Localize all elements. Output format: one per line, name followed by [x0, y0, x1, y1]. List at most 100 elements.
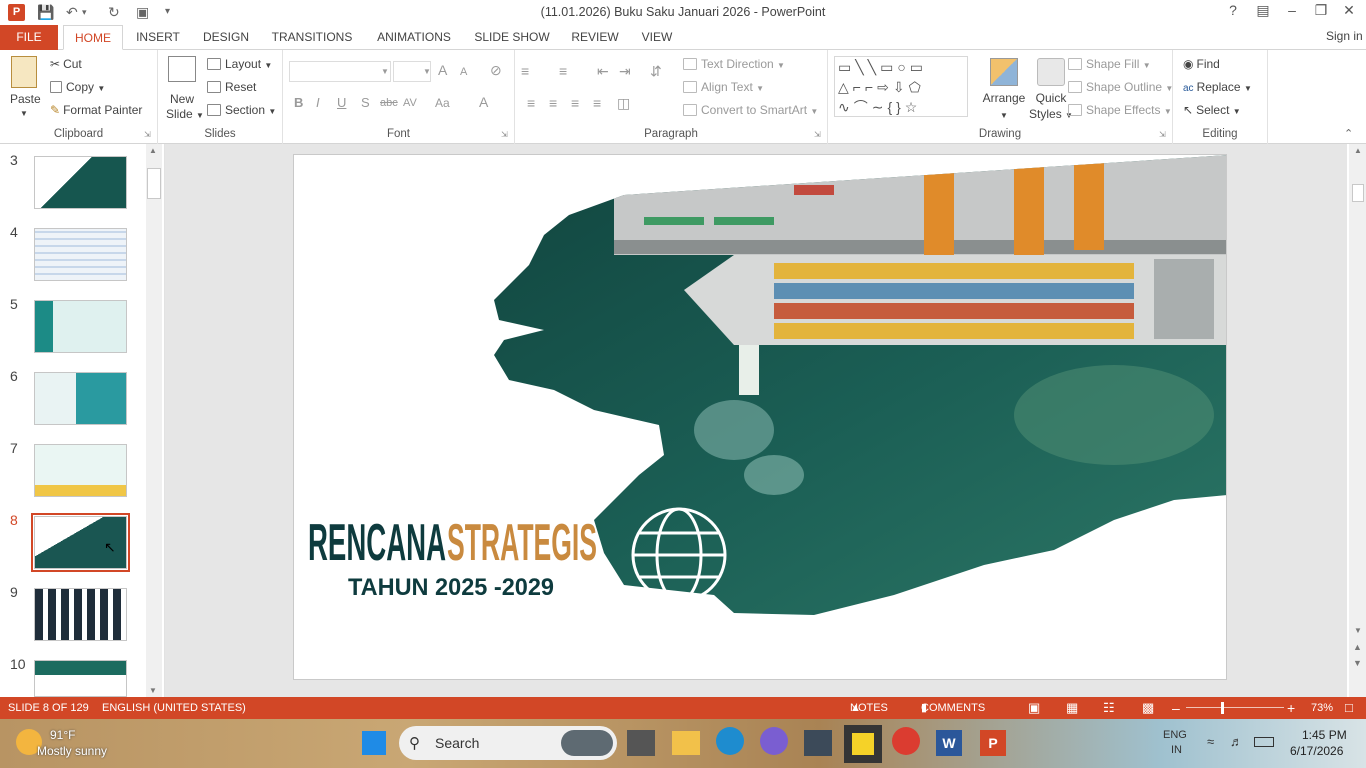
fit-to-window-icon[interactable]: □	[1345, 697, 1353, 719]
canvas-vertical-scrollbar[interactable]: ▲ ▼ ▲ ▼	[1350, 144, 1366, 697]
input-region[interactable]: IN	[1171, 744, 1182, 756]
weather-temp[interactable]: 91°F	[50, 728, 75, 742]
slide-thumbnail-5[interactable]	[34, 300, 127, 353]
slide-thumbnail-7[interactable]	[34, 444, 127, 497]
clock-date[interactable]: 6/17/2026	[1290, 744, 1343, 758]
tab-slide-show[interactable]: SLIDE SHOW	[473, 25, 551, 50]
text-direction-button[interactable]: Text Direction ▼	[683, 56, 785, 74]
reset-button[interactable]: Reset	[207, 79, 256, 95]
bullets-icon[interactable]: ≡	[521, 63, 529, 79]
word-icon[interactable]: W	[936, 730, 962, 756]
tab-view[interactable]: VIEW	[638, 25, 676, 50]
character-spacing-button[interactable]: AV	[403, 95, 417, 111]
volume-icon[interactable]: ♬	[1230, 734, 1243, 749]
copy-dropdown-icon[interactable]: ▼	[97, 84, 105, 93]
normal-view-icon[interactable]: ▣	[1028, 697, 1040, 719]
align-center-icon[interactable]: ≡	[549, 95, 557, 111]
tab-review[interactable]: REVIEW	[568, 25, 622, 50]
decrease-indent-icon[interactable]: ⇤	[597, 63, 609, 79]
change-case-button[interactable]: Aa	[435, 95, 450, 111]
font-size-dropdown-icon[interactable]: ▼	[423, 64, 431, 80]
arrange-button[interactable]: Arrange ▼	[975, 58, 1033, 124]
thumbnail-scrollbar[interactable]: ▲ ▼	[146, 144, 162, 697]
sticky-notes-icon[interactable]	[844, 725, 882, 763]
previous-slide-icon[interactable]: ▲	[1353, 642, 1362, 652]
slide-thumbnail-6[interactable]	[34, 372, 127, 425]
slide-thumbnail-10[interactable]	[34, 660, 127, 697]
select-button[interactable]: ↖ Select ▼	[1183, 102, 1241, 120]
increase-indent-icon[interactable]: ⇥	[619, 63, 631, 79]
copilot-icon[interactable]	[760, 727, 788, 755]
new-slide-label-1[interactable]: New	[170, 91, 194, 107]
zoom-in-button[interactable]: +	[1287, 697, 1295, 719]
wifi-icon[interactable]: ≈	[1207, 734, 1214, 749]
powerpoint-taskbar-icon[interactable]: P	[980, 730, 1006, 756]
task-view-icon[interactable]	[627, 730, 655, 756]
clear-formatting-icon[interactable]: ⊘	[490, 62, 502, 78]
chrome-icon[interactable]	[892, 727, 920, 755]
reading-view-icon[interactable]: ☷	[1103, 697, 1115, 719]
current-slide[interactable]: RENCANA STRATEGIS TAHUN 2025 -2029	[293, 154, 1227, 680]
scroll-thumb[interactable]	[147, 168, 161, 199]
drawing-launcher-icon[interactable]: ⇲	[1159, 127, 1166, 143]
shape-outline-button[interactable]: Shape Outline ▼	[1068, 79, 1173, 97]
paste-dropdown-icon[interactable]: ▼	[20, 106, 28, 122]
find-button[interactable]: ◉ Find	[1183, 56, 1220, 72]
tab-file[interactable]: FILE	[0, 25, 58, 50]
new-slide-button[interactable]: Slide ▼	[166, 106, 204, 124]
align-text-button[interactable]: Align Text ▼	[683, 79, 764, 97]
font-color-button[interactable]: A	[479, 94, 488, 110]
align-left-icon[interactable]: ≡	[527, 95, 535, 111]
paste-button[interactable]: Paste	[10, 91, 41, 107]
close-button[interactable]: ✕	[1334, 2, 1364, 19]
paste-icon[interactable]	[11, 56, 37, 88]
slide-thumbnail-4[interactable]	[34, 228, 127, 281]
justify-icon[interactable]: ≡	[593, 95, 601, 111]
cut-button[interactable]: ✂ Cut	[50, 56, 82, 72]
zoom-out-button[interactable]: –	[1172, 697, 1180, 719]
scroll-thumb[interactable]	[1352, 184, 1364, 202]
font-name-box[interactable]	[289, 61, 391, 82]
zoom-slider-track[interactable]	[1186, 707, 1284, 708]
scroll-up-icon[interactable]: ▲	[149, 146, 157, 155]
italic-button[interactable]: I	[316, 95, 320, 111]
zoom-slider-thumb[interactable]	[1220, 702, 1224, 714]
columns-icon[interactable]: ◫	[617, 95, 630, 111]
weather-desc[interactable]: Mostly sunny	[37, 744, 107, 758]
convert-smartart-button[interactable]: Convert to SmartArt ▼	[683, 102, 818, 120]
tab-insert[interactable]: INSERT	[133, 25, 183, 50]
strikethrough-button[interactable]: abc	[380, 95, 398, 111]
collapse-ribbon-icon[interactable]: ⌃	[1344, 126, 1353, 142]
grow-font-button[interactable]: A	[438, 62, 447, 78]
bold-button[interactable]: B	[294, 95, 303, 111]
clock-time[interactable]: 1:45 PM	[1302, 728, 1347, 742]
align-right-icon[interactable]: ≡	[571, 95, 579, 111]
slide-thumbnail-3[interactable]	[34, 156, 127, 209]
help-icon[interactable]: ?	[1218, 2, 1248, 18]
next-slide-icon[interactable]: ▼	[1353, 658, 1362, 668]
edge-browser-icon[interactable]	[716, 727, 744, 755]
minimize-button[interactable]: –	[1277, 2, 1307, 18]
font-launcher-icon[interactable]: ⇲	[501, 127, 508, 143]
battery-icon[interactable]	[1254, 737, 1274, 747]
replace-button[interactable]: ac Replace ▼	[1183, 79, 1252, 97]
slideshow-view-icon[interactable]: ▩	[1142, 697, 1154, 719]
tab-design[interactable]: DESIGN	[199, 25, 253, 50]
shadow-button[interactable]: S	[361, 95, 370, 111]
clipboard-launcher-icon[interactable]: ⇲	[144, 127, 151, 143]
sign-in-link[interactable]: Sign in	[1326, 26, 1366, 46]
shrink-font-button[interactable]: A	[460, 64, 467, 80]
slide-thumbnail-9[interactable]	[34, 588, 127, 641]
font-name-dropdown-icon[interactable]: ▼	[381, 64, 389, 80]
numbering-icon[interactable]: ≡	[559, 63, 567, 79]
shapes-gallery[interactable]: ▭╲╲▭○▭ △⌐⌐⇨⇩⬠ ∿⌒∼{}☆	[834, 56, 968, 117]
paragraph-launcher-icon[interactable]: ⇲	[814, 127, 821, 143]
scroll-down-icon[interactable]: ▼	[149, 686, 157, 695]
scroll-up-icon[interactable]: ▲	[1354, 146, 1362, 155]
input-language[interactable]: ENG	[1163, 729, 1187, 741]
format-painter-button[interactable]: ✎ Format Painter	[50, 102, 142, 118]
scroll-down-icon[interactable]: ▼	[1354, 626, 1362, 635]
camera-app-icon[interactable]	[804, 730, 832, 756]
copy-button[interactable]: Copy ▼	[50, 79, 105, 97]
layout-button[interactable]: Layout ▼	[207, 56, 272, 74]
